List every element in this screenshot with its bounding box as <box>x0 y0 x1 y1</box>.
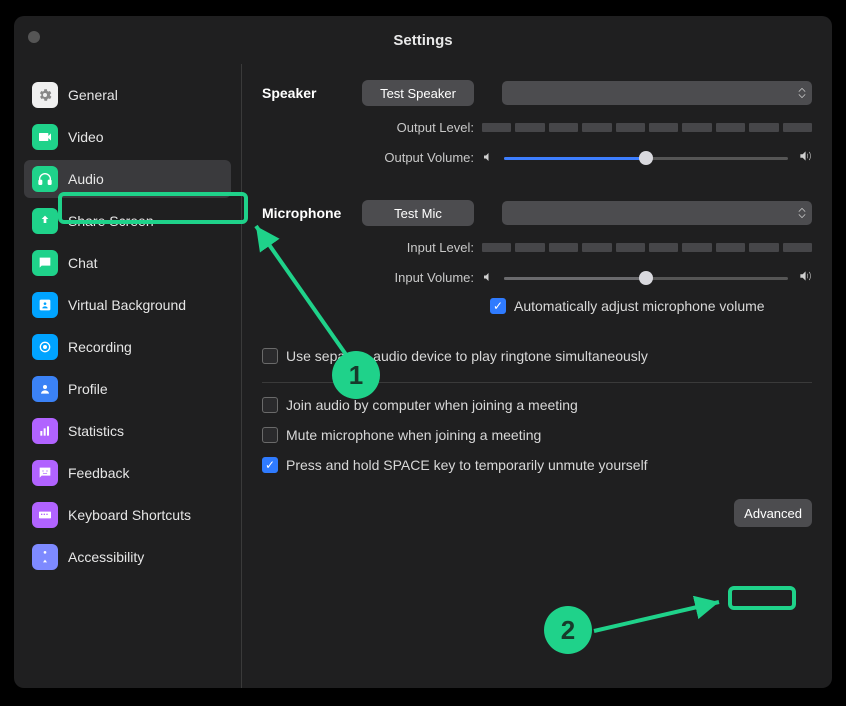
space-unmute-label: Press and hold SPACE key to temporarily … <box>286 457 648 473</box>
sidebar-item-feedback[interactable]: Feedback <box>24 454 231 492</box>
share-screen-icon <box>32 208 58 234</box>
sidebar-item-profile[interactable]: Profile <box>24 370 231 408</box>
separate-audio-label: Use separate audio device to play ringto… <box>286 348 648 364</box>
sidebar-label: Feedback <box>68 465 129 481</box>
sidebar-label: Profile <box>68 381 108 397</box>
separate-audio-checkbox[interactable] <box>262 348 278 364</box>
volume-high-icon <box>798 149 812 166</box>
profile-icon <box>32 376 58 402</box>
input-level-meter <box>482 243 812 252</box>
sidebar-item-general[interactable]: General <box>24 76 231 114</box>
stats-icon <box>32 418 58 444</box>
record-icon <box>32 334 58 360</box>
titlebar: Settings <box>14 16 832 64</box>
accessibility-icon <box>32 544 58 570</box>
volume-low-icon <box>482 270 494 286</box>
join-audio-label: Join audio by computer when joining a me… <box>286 397 578 413</box>
audio-settings: Speaker Test Speaker Output Level: Outpu <box>242 64 832 688</box>
mic-device-select[interactable] <box>502 201 812 225</box>
speaker-header: Speaker <box>262 85 358 101</box>
sidebar-item-shortcuts[interactable]: Keyboard Shortcuts <box>24 496 231 534</box>
mute-on-join-checkbox[interactable] <box>262 427 278 443</box>
microphone-header: Microphone <box>262 205 358 221</box>
test-speaker-button[interactable]: Test Speaker <box>362 80 474 106</box>
output-level-label: Output Level: <box>262 120 474 135</box>
sidebar-item-audio[interactable]: Audio <box>24 160 231 198</box>
test-mic-button[interactable]: Test Mic <box>362 200 474 226</box>
auto-adjust-label: Automatically adjust microphone volume <box>514 298 765 314</box>
sidebar: General Video Audio Share Screen <box>14 64 242 688</box>
updown-icon <box>798 207 806 219</box>
sidebar-item-vbg[interactable]: Virtual Background <box>24 286 231 324</box>
feedback-icon <box>32 460 58 486</box>
speaker-device-select[interactable] <box>502 81 812 105</box>
chat-icon <box>32 250 58 276</box>
sidebar-item-share[interactable]: Share Screen <box>24 202 231 240</box>
mute-on-join-label: Mute microphone when joining a meeting <box>286 427 541 443</box>
input-level-label: Input Level: <box>262 240 474 255</box>
sidebar-label: Video <box>68 129 104 145</box>
volume-low-icon <box>482 150 494 166</box>
sidebar-label: Virtual Background <box>68 297 186 313</box>
close-dot[interactable] <box>28 31 40 43</box>
gear-icon <box>32 82 58 108</box>
vbg-icon <box>32 292 58 318</box>
advanced-button[interactable]: Advanced <box>734 499 812 527</box>
output-volume-label: Output Volume: <box>262 150 474 165</box>
sidebar-label: Chat <box>68 255 98 271</box>
video-icon <box>32 124 58 150</box>
window-controls[interactable] <box>28 30 40 48</box>
sidebar-item-chat[interactable]: Chat <box>24 244 231 282</box>
volume-high-icon <box>798 269 812 286</box>
sidebar-item-stats[interactable]: Statistics <box>24 412 231 450</box>
sidebar-label: Accessibility <box>68 549 144 565</box>
input-volume-label: Input Volume: <box>262 270 474 285</box>
sidebar-label: Share Screen <box>68 213 154 229</box>
divider <box>262 382 812 383</box>
auto-adjust-checkbox[interactable] <box>490 298 506 314</box>
sidebar-label: Statistics <box>68 423 124 439</box>
sidebar-item-video[interactable]: Video <box>24 118 231 156</box>
headphones-icon <box>32 166 58 192</box>
space-unmute-checkbox[interactable] <box>262 457 278 473</box>
sidebar-label: Audio <box>68 171 104 187</box>
sidebar-label: Keyboard Shortcuts <box>68 507 191 523</box>
updown-icon <box>798 87 806 99</box>
sidebar-label: Recording <box>68 339 132 355</box>
window-title: Settings <box>393 32 452 49</box>
sidebar-label: General <box>68 87 118 103</box>
sidebar-item-recording[interactable]: Recording <box>24 328 231 366</box>
output-volume-slider[interactable] <box>504 151 788 165</box>
output-level-meter <box>482 123 812 132</box>
input-volume-slider[interactable] <box>504 271 788 285</box>
keyboard-icon <box>32 502 58 528</box>
sidebar-item-accessibility[interactable]: Accessibility <box>24 538 231 576</box>
join-audio-checkbox[interactable] <box>262 397 278 413</box>
